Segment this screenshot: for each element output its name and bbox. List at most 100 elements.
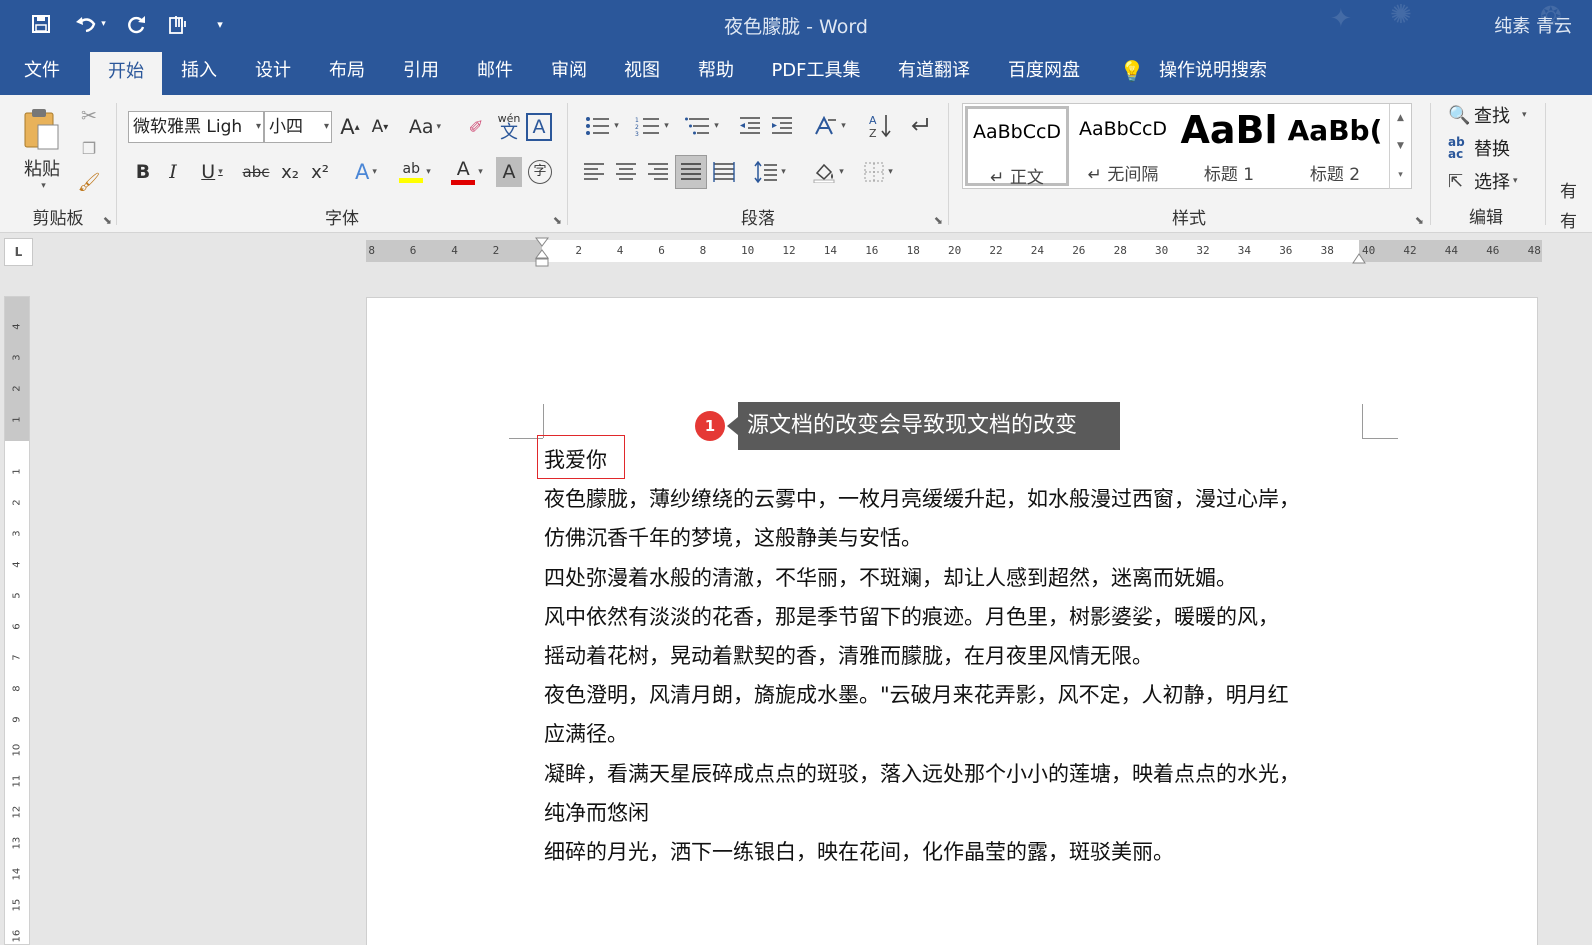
tab-pdf-tools[interactable]: PDF工具集 (760, 47, 872, 95)
phonetic-guide-button[interactable]: wén 文 (496, 109, 522, 145)
paste-button[interactable]: 粘贴 ▾ (14, 101, 70, 197)
tab-design[interactable]: 设计 (238, 47, 308, 95)
line-spacing-icon[interactable]: ▾ (747, 157, 793, 187)
text-effects-button[interactable]: A ▾ (346, 157, 386, 187)
chevron-down-icon[interactable]: ▾ (256, 112, 261, 142)
subscript-button[interactable]: x₂ (276, 157, 304, 187)
gallery-scroll-down-icon[interactable]: ▼ (1389, 132, 1411, 160)
paragraph-line[interactable]: 细碎的月光，洒下一练银白，映在花间，化作晶莹的露，斑驳美丽。 (544, 833, 1374, 872)
font-color-button[interactable]: A ▾ (444, 155, 490, 189)
callout-badge: 1 (695, 411, 725, 441)
paragraph-line[interactable]: 应满径。 (544, 715, 1374, 754)
tab-references[interactable]: 引用 (386, 47, 456, 95)
enclose-characters-button[interactable]: 字 (526, 157, 554, 187)
document-page[interactable]: 我爱你 夜色朦胧，薄纱缭绕的云雾中，一枚月亮缓缓升起，如水般漫过西窗，漫过心岸，… (366, 297, 1538, 945)
borders-icon[interactable]: ▾ (855, 157, 901, 187)
dialog-launcher-icon[interactable]: ⬊ (103, 214, 112, 227)
paragraph-line[interactable]: 摇动着花树，晃动着默契的香，清雅而朦胧，在月夜里风情无限。 (544, 637, 1374, 676)
font-name-combo[interactable]: 微软雅黑 Ligh ▾ (128, 111, 264, 143)
chevron-down-icon[interactable]: ▾ (41, 181, 46, 191)
align-left-icon[interactable] (579, 157, 609, 187)
style-no-spacing[interactable]: AaBbCcD ↵ 无间隔 (1071, 106, 1175, 186)
dialog-launcher-icon[interactable]: ⬊ (934, 214, 943, 227)
highlight-button[interactable]: ab ▾ (392, 155, 438, 189)
tab-youdao[interactable]: 有道翻译 (884, 47, 984, 95)
numbering-icon[interactable]: 1 2 3 ▾ (629, 111, 675, 141)
paragraph-line[interactable]: 夜色澄明，风清月朗，旖旎成水墨。"云破月来花弄影，风不定，人初静，明月红 (544, 676, 1374, 715)
tab-help[interactable]: 帮助 (681, 47, 751, 95)
right-indent-marker-icon[interactable] (1352, 250, 1366, 264)
sort-icon[interactable]: AZ (865, 109, 895, 143)
ruler-number: 10 (11, 743, 23, 757)
cut-icon[interactable]: ✂ (76, 103, 102, 129)
dialog-launcher-icon[interactable]: ⬊ (1415, 214, 1424, 227)
select-label: 选择 (1474, 172, 1510, 193)
paragraph-line[interactable]: 四处弥漫着水般的清澈，不华丽，不斑斓，却让人感到超然，迷离而妩媚。 (544, 559, 1374, 598)
style-heading-1[interactable]: AaBl 标题 1 (1177, 106, 1281, 186)
chevron-down-icon[interactable]: ▾ (324, 112, 329, 142)
vertical-ruler[interactable]: 4 3 2 1 1 2 3 4 5 6 7 8 9 10 11 12 13 14 15 16 (4, 296, 30, 945)
chinese-layout-icon[interactable]: ▾ (807, 111, 853, 141)
paragraph-line[interactable]: 夜色朦胧，薄纱缭绕的云雾中，一枚月亮缓缓升起，如水般漫过西窗，漫过心岸， (544, 480, 1374, 519)
increase-indent-icon[interactable] (767, 111, 797, 141)
clear-formatting-icon[interactable]: ✐ (462, 111, 490, 143)
window-title: 夜色朦胧 - Word (724, 16, 868, 38)
tab-home[interactable]: 开始 (90, 52, 162, 95)
horizontal-ruler[interactable]: 8 6 4 2 2 4 6 8 10 12 14 16 18 20 22 24 26 28 30 32 34 36 38 40… (366, 237, 1542, 267)
show-formatting-marks-icon[interactable] (903, 111, 933, 141)
paragraph-line[interactable]: 凝眸，看满天星辰碎成点点的斑驳，落入远处那个小小的莲塘，映着点点的水光， (544, 755, 1374, 794)
paragraph-list: 夜色朦胧，薄纱缭绕的云雾中，一枚月亮缓缓升起，如水般漫过西窗，漫过心岸， 仿佛沉香… (544, 480, 1374, 872)
style-heading-2[interactable]: AaBb( 标题 2 (1283, 106, 1387, 186)
style-normal[interactable]: AaBbCcD ↵ 正文 (965, 106, 1069, 188)
document-body[interactable]: 我爱你 夜色朦胧，薄纱缭绕的云雾中，一枚月亮缓缓升起，如水般漫过西窗，漫过心岸，… (544, 441, 1374, 872)
align-right-icon[interactable] (643, 157, 673, 187)
tab-baidu-pan[interactable]: 百度网盘 (994, 47, 1094, 95)
shading-icon[interactable]: ▾ (805, 157, 851, 187)
paragraph-line[interactable]: 纯净而悠闲 (544, 794, 1374, 833)
italic-button[interactable]: I (160, 157, 186, 187)
find-button[interactable]: 🔍 查找 ▾ (1448, 101, 1527, 129)
ruler-number: 6 (658, 244, 665, 257)
bullets-icon[interactable]: ▾ (579, 111, 625, 141)
styles-gallery: AaBbCcD ↵ 正文 AaBbCcD ↵ 无间隔 AaBl 标题 1 AaB… (962, 103, 1412, 189)
tab-selector-button[interactable]: L (4, 238, 33, 266)
paragraph-line[interactable]: 仿佛沉香千年的梦境，这般静美与安恬。 (544, 519, 1374, 558)
font-size-combo[interactable]: 小四 ▾ (264, 111, 332, 143)
tab-review[interactable]: 审阅 (534, 47, 604, 95)
ruler-number: 13 (11, 836, 23, 850)
indent-marker-icon[interactable] (534, 236, 550, 268)
tell-me-search[interactable]: 操作说明搜索 (1150, 47, 1276, 95)
underline-button[interactable]: U ▾ (192, 157, 232, 187)
format-painter-icon[interactable]: 🖌 (76, 169, 102, 195)
tab-mailings[interactable]: 邮件 (460, 47, 530, 95)
cursor-arrow-icon: ⇱ (1448, 170, 1464, 192)
lightbulb-icon[interactable]: 💡 (1112, 47, 1152, 95)
paragraph-line[interactable]: 风中依然有淡淡的花香，那是季节留下的痕迹。月色里，树影婆娑，暖暖的风， (544, 598, 1374, 637)
bold-button[interactable]: B (130, 157, 156, 187)
strike-label: abc (242, 163, 270, 181)
grow-font-button[interactable]: A ▴ (336, 111, 364, 143)
decrease-indent-icon[interactable] (735, 111, 765, 141)
tab-layout[interactable]: 布局 (312, 47, 382, 95)
multilevel-list-icon[interactable]: ▾ (679, 111, 725, 141)
copy-icon[interactable]: ❐ (76, 135, 102, 161)
select-button[interactable]: ⇱ 选择 ▾ (1448, 167, 1518, 195)
shrink-font-button[interactable]: A ▾ (366, 111, 394, 143)
justify-icon[interactable] (675, 155, 707, 189)
gallery-more-icon[interactable]: ▾ (1389, 160, 1411, 189)
distributed-icon[interactable] (709, 157, 739, 187)
user-name[interactable]: 纯素 青云 (1494, 12, 1572, 38)
dialog-launcher-icon[interactable]: ⬊ (553, 214, 562, 227)
tab-file[interactable]: 文件 (4, 47, 80, 95)
superscript-button[interactable]: x² (306, 157, 334, 187)
gallery-scroll-up-icon[interactable]: ▲ (1389, 104, 1411, 132)
character-shading-button[interactable]: A (496, 157, 522, 187)
tab-view[interactable]: 视图 (607, 47, 677, 95)
align-center-icon[interactable] (611, 157, 641, 187)
strikethrough-button[interactable]: abc (240, 157, 272, 187)
character-border-button[interactable]: A (526, 113, 552, 141)
enclose-label: 字 (528, 160, 552, 184)
tab-insert[interactable]: 插入 (164, 47, 234, 95)
replace-button[interactable]: ab ac 替换 (1448, 134, 1510, 162)
change-case-button[interactable]: Aa ▾ (402, 111, 448, 143)
